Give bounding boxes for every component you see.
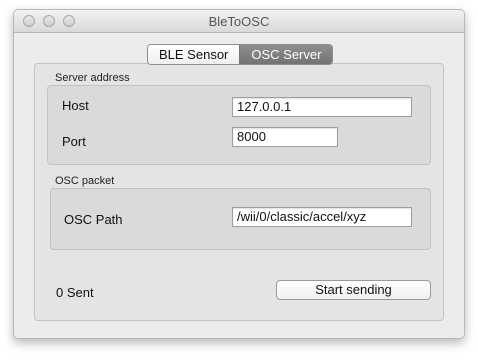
start-sending-button[interactable]: Start sending <box>276 280 431 300</box>
port-label: Port <box>62 134 86 149</box>
app-window: BleToOSC BLE Sensor OSC Server Server ad… <box>13 9 465 339</box>
title-bar[interactable]: BleToOSC <box>14 10 464 33</box>
tab-ble-sensor[interactable]: BLE Sensor <box>148 45 240 64</box>
tab-osc-server[interactable]: OSC Server <box>239 45 333 64</box>
osc-path-input[interactable]: /wii/0/classic/accel/xyz <box>232 207 412 227</box>
osc-path-label: OSC Path <box>64 212 123 227</box>
host-input[interactable]: 127.0.0.1 <box>232 97 412 117</box>
sent-count-status: 0 Sent <box>56 285 94 300</box>
host-label: Host <box>62 98 89 113</box>
server-address-group-label: Server address <box>55 72 130 84</box>
port-input[interactable]: 8000 <box>232 127 338 147</box>
window-title: BleToOSC <box>208 14 270 29</box>
tab-bar: BLE Sensor OSC Server <box>147 44 334 65</box>
osc-packet-group-label: OSC packet <box>55 175 115 187</box>
